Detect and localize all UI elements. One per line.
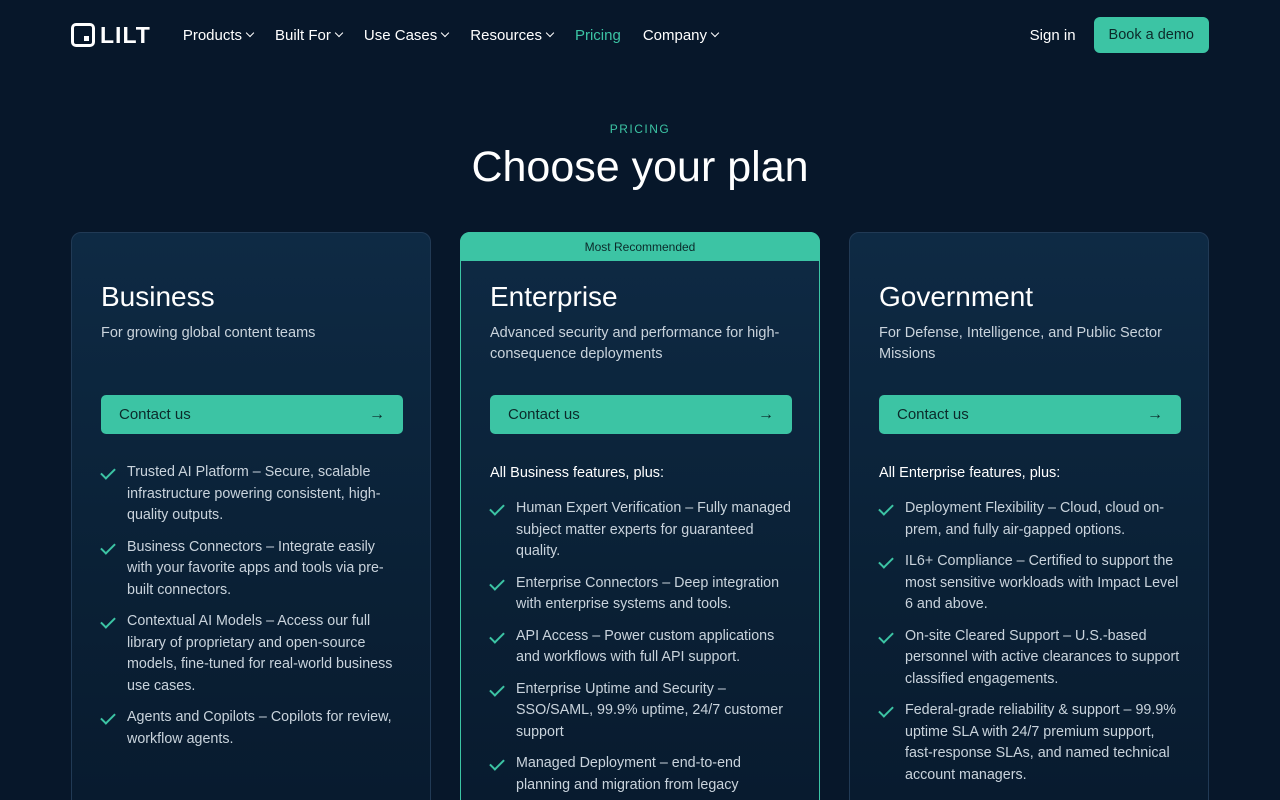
arrow-right-icon: → <box>758 405 774 423</box>
book-demo-button[interactable]: Book a demo <box>1093 17 1209 53</box>
feature-text: Agents and Copilots – Copilots for revie… <box>127 709 392 747</box>
contact-us-button[interactable]: Contact us → <box>879 395 1181 434</box>
feature-list: Human Expert Verification – Fully manage… <box>489 498 792 800</box>
contact-us-button[interactable]: Contact us → <box>490 395 792 434</box>
check-icon <box>878 553 894 569</box>
contact-us-button[interactable]: Contact us → <box>101 395 403 434</box>
arrow-right-icon: → <box>1147 405 1163 423</box>
chevron-down-icon <box>334 28 344 38</box>
plan-description: For growing global content teams <box>101 325 316 341</box>
check-icon <box>100 709 116 725</box>
chevron-down-icon <box>441 28 450 38</box>
plan-name: Business <box>101 281 215 312</box>
plan-description: For Defense, Intelligence, and Public Se… <box>879 325 1162 362</box>
chevron-down-icon <box>710 28 720 38</box>
nav-item-label: Resources <box>470 26 542 44</box>
feature-text: Enterprise Uptime and Security – SSO/SAM… <box>516 680 783 740</box>
check-icon <box>489 680 505 697</box>
feature-item: Enterprise Uptime and Security – SSO/SAM… <box>489 679 792 744</box>
nav-item-products[interactable]: Products <box>182 26 255 44</box>
top-navigation: LILT Products Built For Use Cases Resour… <box>0 0 1280 70</box>
feature-item: Trusted AI Platform – Secure, scalable i… <box>100 462 403 527</box>
feature-item: Agents and Copilots – Copilots for revie… <box>100 707 403 750</box>
section-eyebrow: PRICING <box>609 122 671 136</box>
nav-item-label: Products <box>182 26 243 44</box>
page-title: Choose your plan <box>471 143 809 191</box>
feature-item: Enterprise Connectors – Deep integration… <box>489 573 792 616</box>
sign-in-link[interactable]: Sign in <box>1030 27 1076 44</box>
check-icon <box>878 627 894 644</box>
logo[interactable]: LILT <box>71 22 151 49</box>
nav-item-use-cases[interactable]: Use Cases <box>363 26 450 44</box>
plus-label: All Business features, plus: <box>490 465 665 481</box>
plan-name: Enterprise <box>490 281 618 312</box>
nav-item-label: Pricing <box>574 26 621 44</box>
chevron-down-icon <box>245 28 255 38</box>
plan-card-enterprise: Most Recommended Enterprise Advanced sec… <box>460 232 820 800</box>
most-recommended-badge: Most Recommended <box>460 232 820 261</box>
nav-actions: Sign in Book a demo <box>1030 17 1209 53</box>
button-label: Contact us <box>897 406 969 423</box>
feature-item: On-site Cleared Support – U.S.-based per… <box>878 626 1181 691</box>
lilt-logo-icon <box>71 23 95 47</box>
chevron-down-icon <box>545 28 555 38</box>
plan-description: Advanced security and performance for hi… <box>490 325 780 362</box>
nav-item-pricing[interactable]: Pricing <box>575 27 621 44</box>
nav-item-resources[interactable]: Resources <box>470 26 555 44</box>
feature-list: Deployment Flexibility – Cloud, cloud on… <box>878 498 1181 796</box>
button-label: Contact us <box>508 406 580 423</box>
check-icon <box>489 755 505 771</box>
plan-card-government: Government For Defense, Intelligence, an… <box>849 232 1209 800</box>
feature-item: Human Expert Verification – Fully manage… <box>489 498 792 563</box>
feature-item: Federal-grade reliability & support – 99… <box>878 700 1181 786</box>
feature-item: Deployment Flexibility – Cloud, cloud on… <box>878 498 1181 541</box>
check-icon <box>489 627 505 644</box>
check-icon <box>100 613 116 629</box>
feature-text: Enterprise Connectors – Deep integration… <box>516 574 780 613</box>
feature-text: Federal-grade reliability & support – 99… <box>905 702 1176 783</box>
check-icon <box>878 702 894 718</box>
feature-text: Trusted AI Platform – Secure, scalable i… <box>127 464 381 523</box>
button-label: Contact us <box>119 406 191 423</box>
feature-text: IL6+ Compliance – Certified to support t… <box>905 553 1179 612</box>
check-icon <box>100 464 116 480</box>
plan-name: Government <box>879 281 1034 312</box>
feature-text: API Access – Power custom applications a… <box>516 627 775 666</box>
feature-item: API Access – Power custom applications a… <box>489 626 792 669</box>
logo-text: LILT <box>100 21 151 48</box>
nav-links: Products Built For Use Cases Resources P… <box>183 27 740 44</box>
nav-item-company[interactable]: Company <box>642 26 720 44</box>
feature-list: Trusted AI Platform – Secure, scalable i… <box>100 462 403 760</box>
check-icon <box>100 538 116 555</box>
feature-text: Contextual AI Models – Access our full l… <box>127 613 393 694</box>
feature-text: Business Connectors – Integrate easily w… <box>127 538 384 598</box>
nav-item-label: Built For <box>275 26 331 44</box>
arrow-right-icon: → <box>369 405 385 423</box>
feature-text: Deployment Flexibility – Cloud, cloud on… <box>905 500 1165 538</box>
check-icon <box>878 500 894 516</box>
check-icon <box>489 574 505 591</box>
feature-item: Contextual AI Models – Access our full l… <box>100 611 403 697</box>
feature-item: Business Connectors – Integrate easily w… <box>100 537 403 602</box>
feature-text: Managed Deployment – end-to-end planning… <box>516 755 741 793</box>
plus-label: All Enterprise features, plus: <box>879 465 1061 481</box>
plan-card-business: Business For growing global content team… <box>71 232 431 800</box>
feature-item: Managed Deployment – end-to-end planning… <box>489 753 792 796</box>
nav-item-built-for[interactable]: Built For <box>275 26 344 44</box>
nav-item-label: Use Cases <box>363 26 438 44</box>
nav-item-label: Company <box>642 26 708 44</box>
feature-text: On-site Cleared Support – U.S.-based per… <box>905 627 1180 687</box>
check-icon <box>489 500 505 516</box>
feature-text: Human Expert Verification – Fully manage… <box>516 500 791 559</box>
feature-item: IL6+ Compliance – Certified to support t… <box>878 551 1181 616</box>
